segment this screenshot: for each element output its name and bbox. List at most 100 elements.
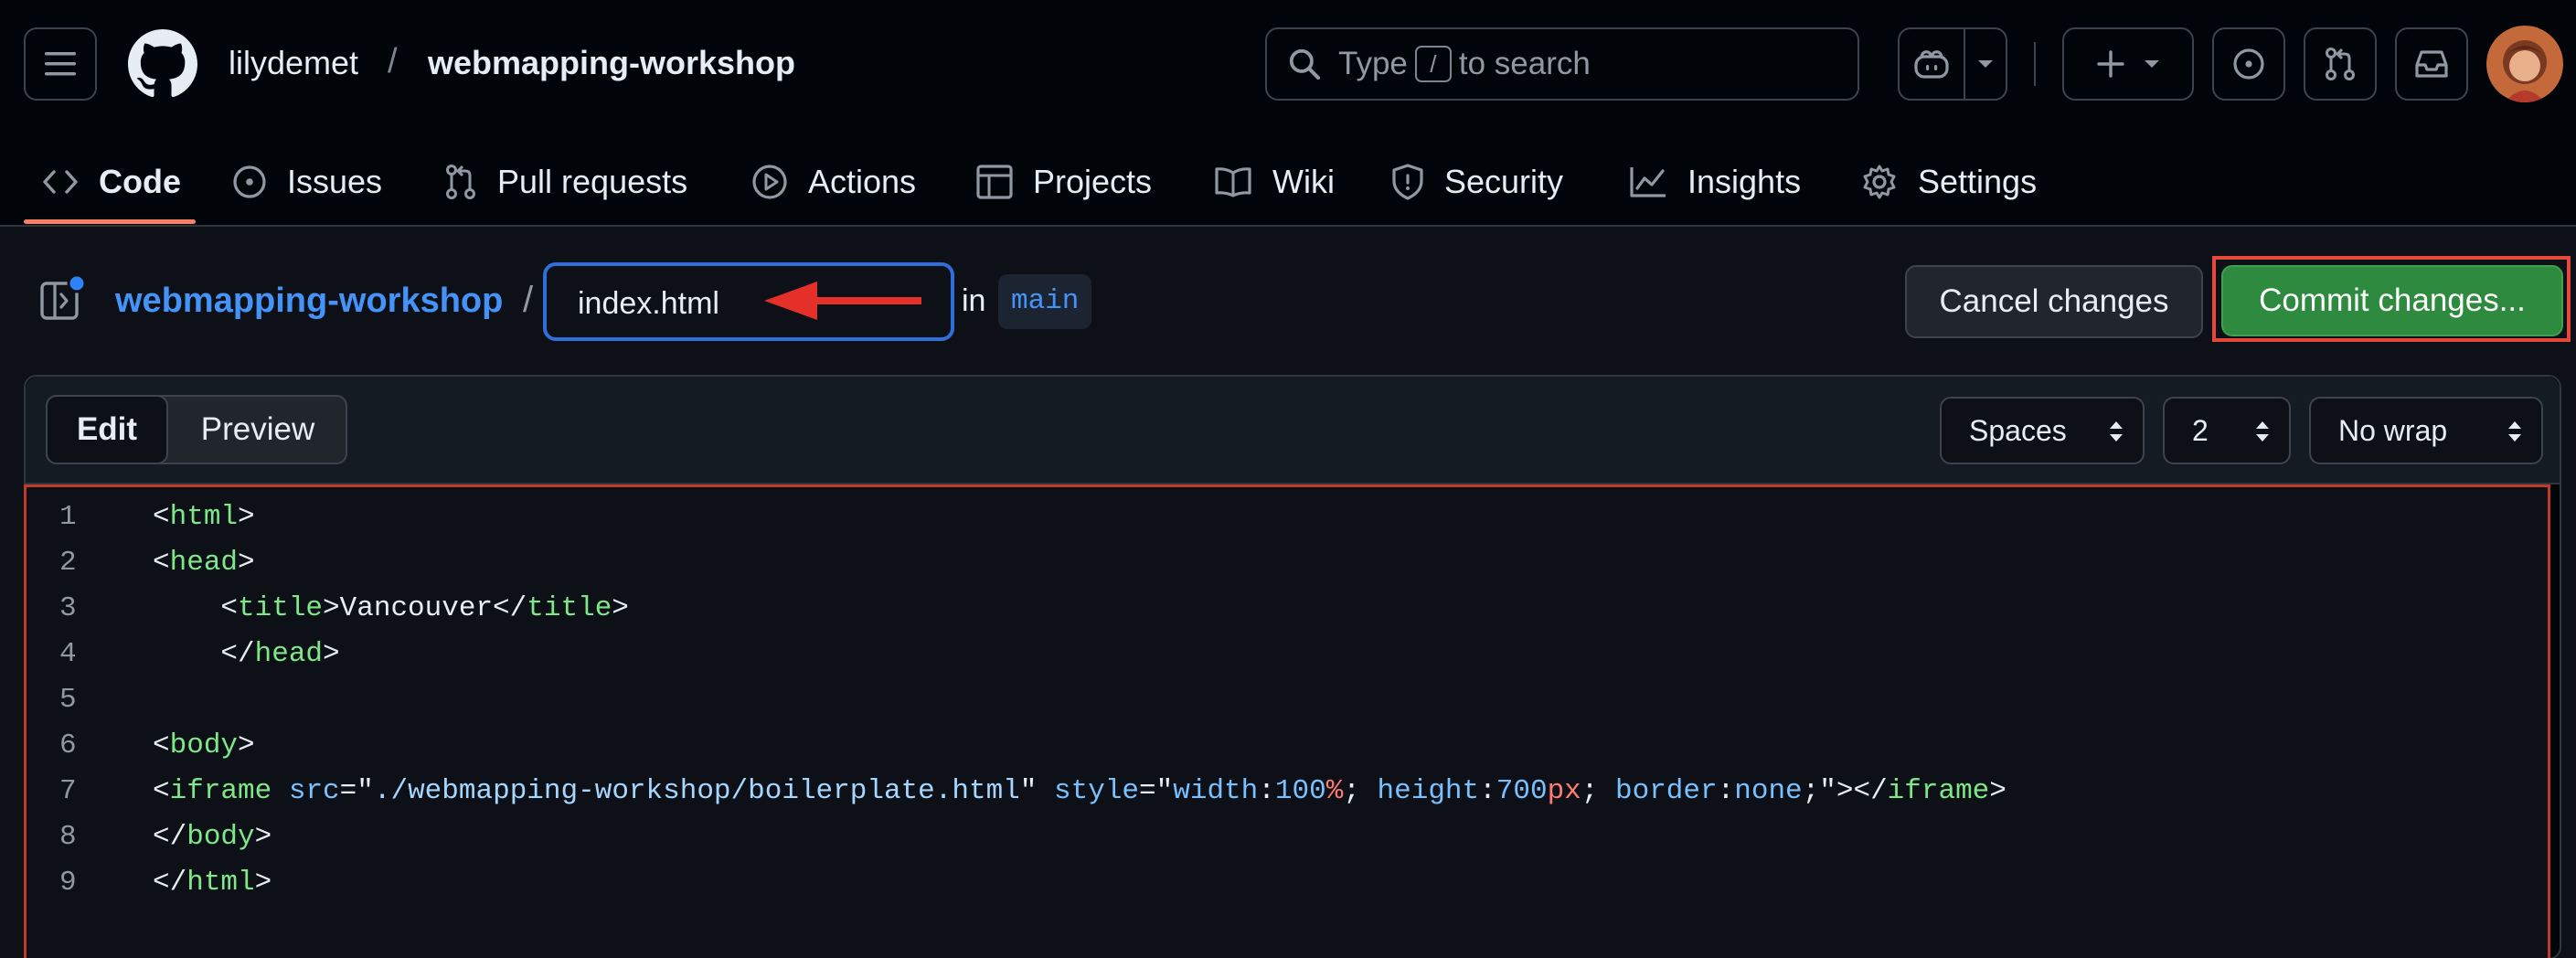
code-text: <head>	[153, 547, 255, 579]
editor-panel: Edit Preview Spaces 2 No wrap 1 <html> 2 <h…	[24, 375, 2561, 958]
annotation-arrow-icon	[764, 282, 921, 320]
copilot-button[interactable]	[1898, 27, 2007, 101]
branch-badge[interactable]: main	[998, 274, 1092, 329]
code-text: <body>	[153, 729, 255, 761]
triangle-down-icon	[2145, 60, 2159, 68]
indent-size-value: 2	[2192, 413, 2209, 447]
tab-code[interactable]: Code	[42, 137, 181, 227]
triangle-down-icon	[1978, 60, 1993, 68]
search-prefix: Type	[1338, 46, 1408, 81]
tab-label: Settings	[1918, 163, 2038, 200]
commit-changes-button[interactable]: Commit changes...	[2221, 265, 2563, 336]
code-icon	[43, 170, 78, 194]
line-number: 3	[59, 592, 77, 624]
search-icon	[1289, 48, 1321, 80]
tab-label: Insights	[1687, 163, 1802, 200]
code-line[interactable]: 9 </html>	[27, 860, 2548, 906]
select-caret-icon	[2508, 421, 2521, 442]
select-caret-icon	[2110, 421, 2123, 442]
issue-opened-icon	[2233, 48, 2264, 80]
line-number: 4	[59, 638, 77, 670]
shield-icon	[1392, 164, 1423, 200]
repo-owner-link[interactable]: lilydemet	[229, 44, 358, 82]
edit-preview-toggle: Edit Preview	[46, 395, 347, 464]
cancel-changes-button[interactable]: Cancel changes	[1905, 265, 2203, 338]
code-line[interactable]: 2 <head>	[27, 540, 2548, 586]
select-caret-icon	[2256, 421, 2269, 442]
line-number: 7	[59, 775, 77, 807]
search-suffix: to search	[1458, 46, 1591, 81]
editor-toolbar: Edit Preview Spaces 2 No wrap	[26, 377, 2560, 484]
tab-security[interactable]: Security	[1391, 137, 1563, 227]
git-pull-request-icon	[446, 165, 475, 199]
issues-button[interactable]	[2212, 27, 2285, 101]
tab-pull-requests[interactable]: Pull requests	[444, 137, 687, 227]
breadcrumb-repo-link[interactable]: webmapping-workshop	[115, 282, 503, 321]
pull-requests-button[interactable]	[2304, 27, 2377, 101]
book-icon	[1215, 167, 1251, 197]
code-line[interactable]: 7 <iframe src="./webmapping-workshop/boil…	[27, 769, 2548, 814]
wrap-mode-value: No wrap	[2338, 413, 2448, 447]
code-text: </head>	[153, 638, 340, 670]
edit-tab[interactable]: Edit	[46, 395, 168, 464]
line-number: 1	[59, 501, 77, 533]
code-text: </body>	[153, 821, 272, 853]
repo-nav-tabs: Code Issues Pull requests Actions Projec…	[0, 137, 2576, 227]
code-text: </html>	[153, 867, 272, 899]
search-input[interactable]: Type / to search	[1265, 27, 1859, 101]
preview-tab[interactable]: Preview	[168, 397, 347, 463]
issue-opened-icon	[233, 165, 266, 198]
tab-projects[interactable]: Projects	[976, 137, 1152, 227]
copilot-dropdown[interactable]	[1964, 29, 2006, 99]
line-number: 8	[59, 821, 77, 853]
tab-label: Pull requests	[497, 163, 688, 200]
code-line[interactable]: 8 </body>	[27, 814, 2548, 860]
copilot-icon[interactable]	[1900, 29, 1964, 99]
line-number: 5	[59, 684, 77, 716]
code-editor[interactable]: 1 <html> 2 <head> 3 <title>Vancouver</title>…	[24, 484, 2550, 958]
hamburger-icon	[45, 52, 76, 76]
filename-value: index.html	[578, 286, 719, 321]
plus-icon	[2097, 50, 2124, 78]
tab-actions[interactable]: Actions	[751, 137, 916, 227]
tab-label: Projects	[1033, 163, 1153, 200]
tab-issues[interactable]: Issues	[232, 137, 382, 227]
code-line[interactable]: 6 <body>	[27, 723, 2548, 769]
tab-wiki[interactable]: Wiki	[1214, 137, 1335, 227]
tab-label: Security	[1444, 163, 1564, 200]
tab-label: Actions	[808, 163, 917, 200]
inbox-icon	[2415, 50, 2448, 78]
code-text: <html>	[153, 501, 255, 533]
gear-icon	[1863, 165, 1896, 199]
indent-mode-value: Spaces	[1969, 413, 2067, 447]
wrap-mode-select[interactable]: No wrap	[2309, 397, 2543, 464]
indent-size-select[interactable]: 2	[2163, 397, 2291, 464]
code-line[interactable]: 5	[27, 677, 2548, 723]
search-placeholder: Type / to search	[1338, 46, 1591, 82]
code-line[interactable]: 3 <title>Vancouver</title>	[27, 586, 2548, 632]
search-shortcut-key: /	[1414, 46, 1452, 82]
branch-prefix-label: in	[962, 283, 986, 318]
line-number: 2	[59, 547, 77, 579]
play-icon	[752, 165, 787, 199]
indent-mode-select[interactable]: Spaces	[1940, 397, 2145, 464]
avatar[interactable]	[2486, 26, 2563, 102]
table-icon	[976, 165, 1013, 199]
tab-settings[interactable]: Settings	[1861, 137, 2037, 227]
tab-label: Code	[99, 163, 181, 200]
create-new-button[interactable]	[2062, 27, 2194, 101]
repo-name-link[interactable]: webmapping-workshop	[428, 44, 795, 82]
git-pull-request-icon	[2326, 48, 2355, 80]
sidebar-expand-icon[interactable]	[40, 274, 86, 322]
code-line[interactable]: 1 <html>	[27, 495, 2548, 540]
header-divider	[2034, 42, 2036, 86]
inbox-button[interactable]	[2395, 27, 2468, 101]
tab-insights[interactable]: Insights	[1629, 137, 1801, 227]
breadcrumb-separator: /	[523, 280, 534, 320]
github-logo-icon[interactable]	[128, 29, 197, 99]
code-line[interactable]: 4 </head>	[27, 632, 2548, 677]
graph-icon	[1630, 167, 1666, 197]
menu-button[interactable]	[24, 27, 97, 101]
breadcrumb-separator: /	[388, 42, 398, 80]
active-tab-indicator	[24, 219, 196, 224]
